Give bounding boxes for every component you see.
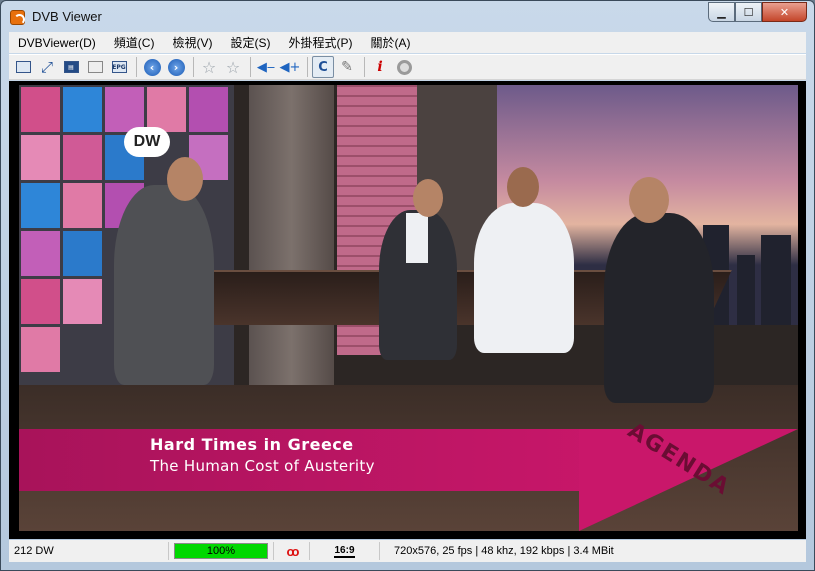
guest-head	[507, 167, 539, 207]
fullscreen-icon: ⤢	[40, 58, 53, 76]
wall-tile	[63, 183, 102, 228]
back-icon: ‹	[143, 58, 161, 76]
osd-button[interactable]	[84, 56, 106, 78]
host-head	[167, 157, 203, 201]
menu-dvbviewer[interactable]: DVBViewer(D)	[9, 36, 105, 50]
forward-button[interactable]: ›	[165, 56, 187, 78]
signal-strength-bar: 100%	[174, 543, 268, 559]
channel-cell: 212 DW	[9, 542, 169, 560]
record-button[interactable]	[393, 56, 415, 78]
window-mode-button[interactable]	[12, 56, 34, 78]
toolbar-separator	[364, 57, 365, 77]
subtitle-cell[interactable]: oo	[274, 542, 310, 560]
signal-cell: 100%	[169, 542, 274, 560]
recorder-button[interactable]: C	[312, 56, 334, 78]
menu-plugins[interactable]: 外掛程式(P)	[279, 34, 361, 51]
fullscreen-button[interactable]: ⤢	[36, 56, 58, 78]
favorite-add-button[interactable]: ☆	[222, 56, 244, 78]
signal-strength-label: 100%	[206, 545, 236, 557]
minimize-button[interactable]: ▁	[708, 2, 735, 22]
wall-tile	[21, 231, 60, 276]
close-icon: ✕	[779, 5, 790, 19]
back-button[interactable]: ‹	[141, 56, 163, 78]
volume-up-button[interactable]: ◀+	[279, 56, 301, 78]
teletext-icon: ▤	[63, 61, 79, 73]
volume-down-button[interactable]: ◀‒	[255, 56, 277, 78]
osd-icon	[87, 61, 103, 73]
guest-shirt	[406, 213, 428, 263]
wall-tile	[105, 87, 144, 132]
volume-up-icon: ◀+	[279, 59, 301, 75]
epg-icon: EPG	[111, 61, 127, 73]
menu-bar: DVBViewer(D) 頻道(C) 檢視(V) 設定(S) 外掛程式(P) 關…	[9, 32, 806, 53]
info-button[interactable]: i	[369, 56, 391, 78]
toolbar-separator	[250, 57, 251, 77]
teletext-button[interactable]: ▤	[60, 56, 82, 78]
guest-head	[629, 177, 669, 223]
dvbviewer-app-icon[interactable]	[10, 10, 25, 25]
stream-info-cell: 720x576, 25 fps | 48 khz, 192 kbps | 3.4…	[380, 542, 619, 560]
aspect-cell[interactable]: 16:9	[310, 542, 380, 560]
window-controls: ▁ ☐ ✕	[708, 2, 807, 22]
info-icon: i	[377, 59, 383, 75]
menu-settings[interactable]: 設定(S)	[221, 34, 279, 51]
app-window: DVB Viewer ▁ ☐ ✕ DVBViewer(D) 頻道(C) 檢視(V…	[0, 0, 815, 571]
wall-tile	[63, 87, 102, 132]
wall-tile	[21, 183, 60, 228]
toolbar-separator	[307, 57, 308, 77]
stream-info: 720x576, 25 fps | 48 khz, 192 kbps | 3.4…	[394, 545, 614, 557]
wall-tile	[21, 87, 60, 132]
video-frame: DW Hard Times in Greece The Human Cost o…	[19, 85, 798, 531]
guest-figure	[604, 213, 714, 403]
volume-down-icon: ◀‒	[256, 59, 276, 75]
settings-wrench-icon: ✎	[341, 59, 353, 75]
subtitle-cc-icon: oo	[286, 543, 300, 559]
caption-subtitle: The Human Cost of Austerity	[150, 457, 375, 475]
wall-tile	[63, 231, 102, 276]
guest-head	[413, 179, 443, 217]
aspect-ratio: 16:9	[334, 544, 355, 558]
title-bar[interactable]: DVB Viewer ▁ ☐ ✕	[1, 1, 814, 32]
favorite-icon: ☆	[201, 57, 217, 77]
settings-button[interactable]: ✎	[336, 56, 358, 78]
record-icon	[396, 59, 412, 75]
host-figure	[114, 185, 214, 385]
window-title: DVB Viewer	[32, 9, 102, 24]
wall-tile	[189, 87, 228, 132]
menu-channels[interactable]: 頻道(C)	[105, 34, 164, 51]
menu-about[interactable]: 關於(A)	[361, 34, 419, 51]
caption-title: Hard Times in Greece	[150, 435, 354, 454]
guest-figure	[474, 203, 574, 353]
skyline-building	[761, 235, 791, 325]
wall-tile	[21, 327, 60, 372]
maximize-button[interactable]: ☐	[735, 2, 762, 22]
wall-tile	[147, 87, 186, 132]
dw-channel-logo: DW	[124, 127, 170, 157]
recorder-icon: C	[318, 59, 328, 75]
window-mode-icon	[15, 61, 31, 73]
wall-tile	[63, 135, 102, 180]
close-button[interactable]: ✕	[762, 2, 807, 22]
video-area[interactable]: DW Hard Times in Greece The Human Cost o…	[9, 81, 806, 539]
skyline-building	[737, 255, 755, 325]
channel-name: 212 DW	[14, 545, 54, 557]
toolbar-separator	[136, 57, 137, 77]
toolbar: ⤢ ▤ EPG ‹ › ☆ ☆ ◀‒ ◀+ C ✎ i	[9, 54, 806, 80]
minimize-icon: ▁	[717, 5, 726, 19]
wall-tile	[21, 135, 60, 180]
favorite-button[interactable]: ☆	[198, 56, 220, 78]
wall-tile	[21, 279, 60, 324]
wall-tile	[63, 279, 102, 324]
forward-icon: ›	[167, 58, 185, 76]
caption-lower-third: Hard Times in Greece The Human Cost of A…	[19, 429, 798, 531]
favorite-add-icon: ☆	[225, 57, 241, 77]
status-bar: 212 DW 100% oo 16:9 720x576, 25 fps | 48…	[9, 540, 806, 562]
epg-button[interactable]: EPG	[108, 56, 130, 78]
maximize-icon: ☐	[743, 5, 754, 19]
menu-view[interactable]: 檢視(V)	[163, 34, 221, 51]
toolbar-separator	[193, 57, 194, 77]
studio-pillar	[249, 85, 334, 385]
